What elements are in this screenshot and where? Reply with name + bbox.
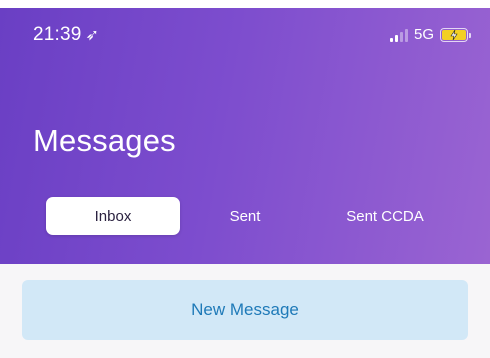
network-type-label: 5G xyxy=(413,26,434,43)
location-arrow-icon: ➶ xyxy=(85,27,100,44)
tab-sent[interactable]: Sent xyxy=(180,197,310,235)
charging-bolt-icon xyxy=(450,29,458,40)
header: 21:39 ➶ 5G Messages Inbox Sent Sent CCDA xyxy=(0,8,490,264)
battery-charging-fill xyxy=(442,29,466,40)
top-cropped-strip xyxy=(0,0,490,8)
status-indicators: 5G xyxy=(389,26,471,43)
battery-nub xyxy=(469,32,471,38)
status-time: 21:39 ➶ xyxy=(33,24,99,46)
clock-label: 21:39 xyxy=(33,24,82,45)
messages-screen: 21:39 ➶ 5G Messages Inbox Sent Sent CCDA… xyxy=(0,0,490,358)
signal-strength-icon xyxy=(389,28,408,42)
page-title: Messages xyxy=(33,123,176,158)
segmented-tabs: Inbox Sent Sent CCDA xyxy=(34,196,464,236)
battery-icon xyxy=(440,27,471,42)
tab-inbox[interactable]: Inbox xyxy=(46,197,180,235)
tab-sent-ccda[interactable]: Sent CCDA xyxy=(310,197,460,235)
new-message-button[interactable]: New Message xyxy=(22,280,468,340)
